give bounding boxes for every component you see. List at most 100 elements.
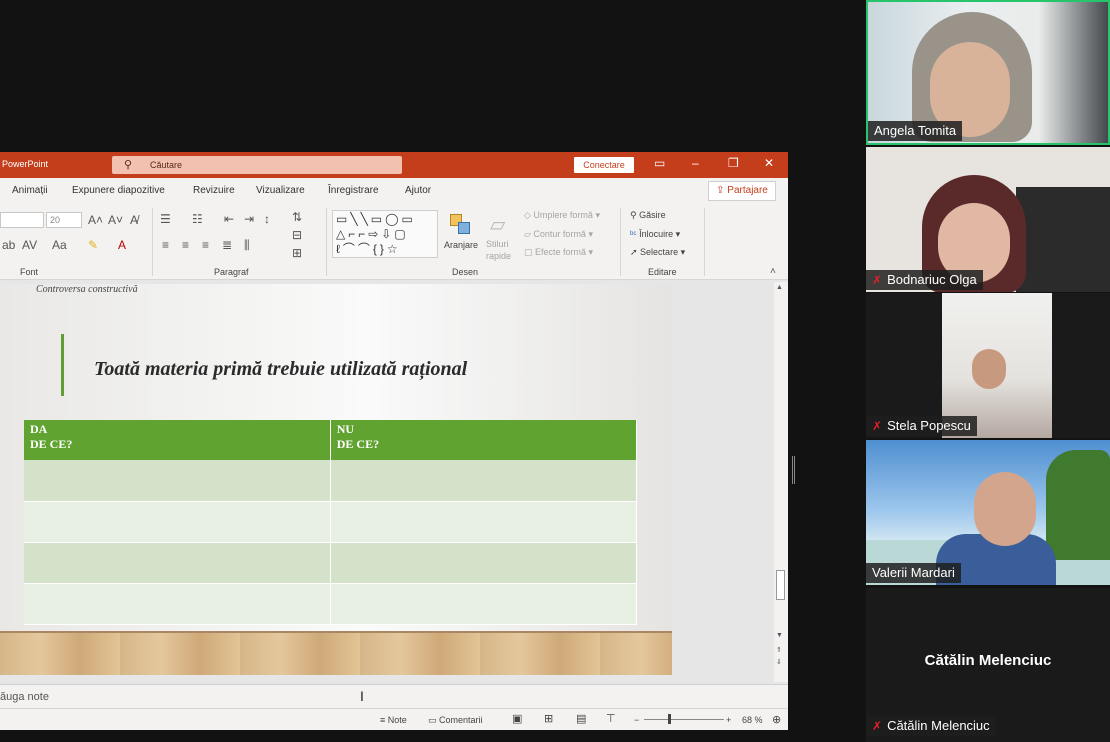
bullets-icon[interactable]: ☰	[160, 212, 171, 226]
table-row	[24, 542, 638, 584]
participant-tile[interactable]: Cătălin Melenciuc ✗ Cătălin Melenciuc	[866, 588, 1110, 742]
slideshow-icon[interactable]: ⊤	[606, 712, 616, 725]
normal-view-icon[interactable]: ▣	[512, 712, 522, 725]
font-color-icon[interactable]: A	[118, 238, 126, 252]
slide[interactable]: Controversa constructivă Toată materia p…	[0, 284, 672, 675]
participant-tile[interactable]: ✗ Bodnariuc Olga	[866, 147, 1110, 292]
quick-styles-icon[interactable]: ▱	[490, 212, 505, 237]
tab-help[interactable]: Ajutor	[405, 185, 431, 196]
connect-button[interactable]: Conectare	[574, 157, 634, 173]
shape-effects-button[interactable]: ▢ Efecte formă ▾	[524, 247, 593, 258]
participant-tile[interactable]: Angela Tomita	[866, 0, 1110, 145]
vertical-scrollbar[interactable]: ▲ ▼ ⇑ ⇓	[774, 282, 788, 682]
shape-outline-button[interactable]: ▱ Contur formă ▾	[524, 229, 593, 240]
text-direction-icon[interactable]: ⇅	[292, 210, 302, 224]
numbering-icon[interactable]: ☷	[192, 212, 203, 226]
line-spacing-icon[interactable]: ↕	[264, 212, 270, 226]
zoom-level[interactable]: 68 %	[742, 715, 763, 725]
group-font-label: Font	[20, 267, 39, 277]
ribbon-display-icon[interactable]: ▭	[654, 156, 665, 170]
table-cell[interactable]	[330, 501, 638, 543]
tab-review[interactable]: Revizuire	[193, 185, 235, 196]
align-left-icon[interactable]: ≡	[162, 238, 169, 252]
scroll-up-icon[interactable]: ▲	[776, 284, 783, 291]
highlight-icon[interactable]: ✎	[88, 238, 98, 252]
font-name-box[interactable]	[0, 212, 44, 228]
zoom-out-icon[interactable]: −	[634, 715, 639, 725]
fit-slide-icon[interactable]: ⊕	[772, 713, 781, 726]
slide-workarea: Controversa constructivă Toată materia p…	[0, 280, 788, 684]
table-cell[interactable]	[24, 501, 331, 543]
smartart-icon[interactable]: ⊞	[292, 246, 302, 260]
arrange-icon[interactable]	[448, 212, 474, 238]
tab-record[interactable]: Înregistrare	[328, 185, 379, 196]
decrease-indent-icon[interactable]: ⇤	[224, 212, 234, 226]
char-spacing-icon[interactable]: AV	[22, 238, 37, 252]
status-bar: ≡ Note ▭ Comentarii ▣ ⊞ ▤ ⊤ − + 68 % ⊕	[0, 708, 788, 730]
grow-font-icon[interactable]: A˄	[88, 213, 103, 227]
tab-animations[interactable]: Animații	[12, 185, 48, 196]
participant-face	[974, 472, 1036, 546]
align-right-icon[interactable]: ≡	[202, 238, 209, 252]
table-cell[interactable]	[330, 583, 638, 625]
tab-slideshow[interactable]: Expunere diapozitive	[72, 185, 165, 196]
comments-button[interactable]: ▭ Comentarii	[428, 715, 483, 726]
muted-mic-icon: ✗	[872, 273, 883, 287]
text-cursor-icon: I	[360, 688, 364, 704]
separator	[152, 208, 153, 276]
close-button[interactable]: ✕	[764, 156, 774, 170]
zoom-in-icon[interactable]: +	[726, 715, 731, 725]
change-case-icon[interactable]: Aa	[52, 238, 67, 252]
arrange-label[interactable]: Aranjare	[444, 240, 478, 250]
group-editing-label: Editare	[648, 267, 677, 277]
zoom-slider-thumb[interactable]	[668, 714, 671, 724]
table-cell[interactable]	[24, 542, 331, 584]
strikethrough-icon[interactable]: ab	[2, 238, 15, 252]
tab-view[interactable]: Vizualizare	[256, 185, 305, 196]
slide-table[interactable]: DA DE CE? NU DE CE?	[24, 420, 638, 625]
separator	[620, 208, 621, 276]
share-label: Partajare	[727, 185, 768, 196]
restore-button[interactable]: ❐	[728, 156, 739, 170]
align-text-icon[interactable]: ⊟	[292, 228, 302, 242]
slide-sorter-icon[interactable]: ⊞	[544, 712, 553, 725]
scroll-down-icon[interactable]: ▼	[776, 632, 783, 639]
find-button[interactable]: ⚲ Găsire	[630, 210, 666, 221]
reading-view-icon[interactable]: ▤	[576, 712, 586, 725]
font-size-box[interactable]: 20	[46, 212, 82, 228]
shrink-font-icon[interactable]: A˅	[108, 213, 123, 227]
quick-styles-label[interactable]: Stiluri rapide	[486, 238, 518, 262]
participant-tile[interactable]: ✗ Stela Popescu	[866, 293, 1110, 438]
clear-format-icon[interactable]: A̸	[130, 213, 138, 227]
table-cell[interactable]	[330, 542, 638, 584]
header-line2: DE CE?	[30, 437, 73, 451]
prev-slide-icon[interactable]: ⇑	[776, 646, 782, 654]
increase-indent-icon[interactable]: ⇥	[244, 212, 254, 226]
share-button[interactable]: ⇪ Partajare	[708, 181, 776, 201]
shape-effects-label: Efecte formă	[535, 247, 587, 257]
next-slide-icon[interactable]: ⇓	[776, 658, 782, 666]
participant-display-name: Cătălin Melenciuc	[924, 652, 1052, 669]
participant-tile[interactable]: Valerii Mardari	[866, 440, 1110, 585]
participant-name-text: Stela Popescu	[887, 418, 971, 433]
collapse-ribbon-icon[interactable]: ˄	[770, 266, 776, 277]
justify-icon[interactable]: ≣	[222, 238, 232, 252]
shapes-gallery[interactable]: ▭╲╲▭◯▭ △⌐⌐⇨⇩▢ ℓ⌒⌒{}☆	[332, 210, 438, 258]
scrollbar-thumb[interactable]	[776, 570, 785, 600]
notes-placeholder: ăuga note	[0, 691, 49, 703]
table-cell[interactable]	[24, 583, 331, 625]
group-paragraph-label: Paragraf	[214, 267, 249, 277]
split-handle[interactable]	[792, 456, 795, 484]
table-cell[interactable]	[330, 460, 638, 502]
notes-button[interactable]: ≡ Note	[380, 715, 407, 725]
notes-pane[interactable]: ăuga note I	[0, 684, 788, 708]
select-button[interactable]: ➚ Selectare ▾	[630, 247, 685, 258]
minimize-button[interactable]: –	[692, 156, 699, 170]
columns-icon[interactable]: ⫼	[244, 238, 250, 253]
align-center-icon[interactable]: ≡	[182, 238, 189, 252]
search-box[interactable]: ⚲ Căutare	[112, 156, 402, 174]
table-cell[interactable]	[24, 460, 331, 502]
shape-fill-button[interactable]: ◇ Umplere formă ▾	[524, 210, 600, 221]
replace-button[interactable]: ᵇᶜ Înlocuire ▾	[630, 229, 680, 240]
zoom-slider[interactable]	[644, 719, 724, 720]
